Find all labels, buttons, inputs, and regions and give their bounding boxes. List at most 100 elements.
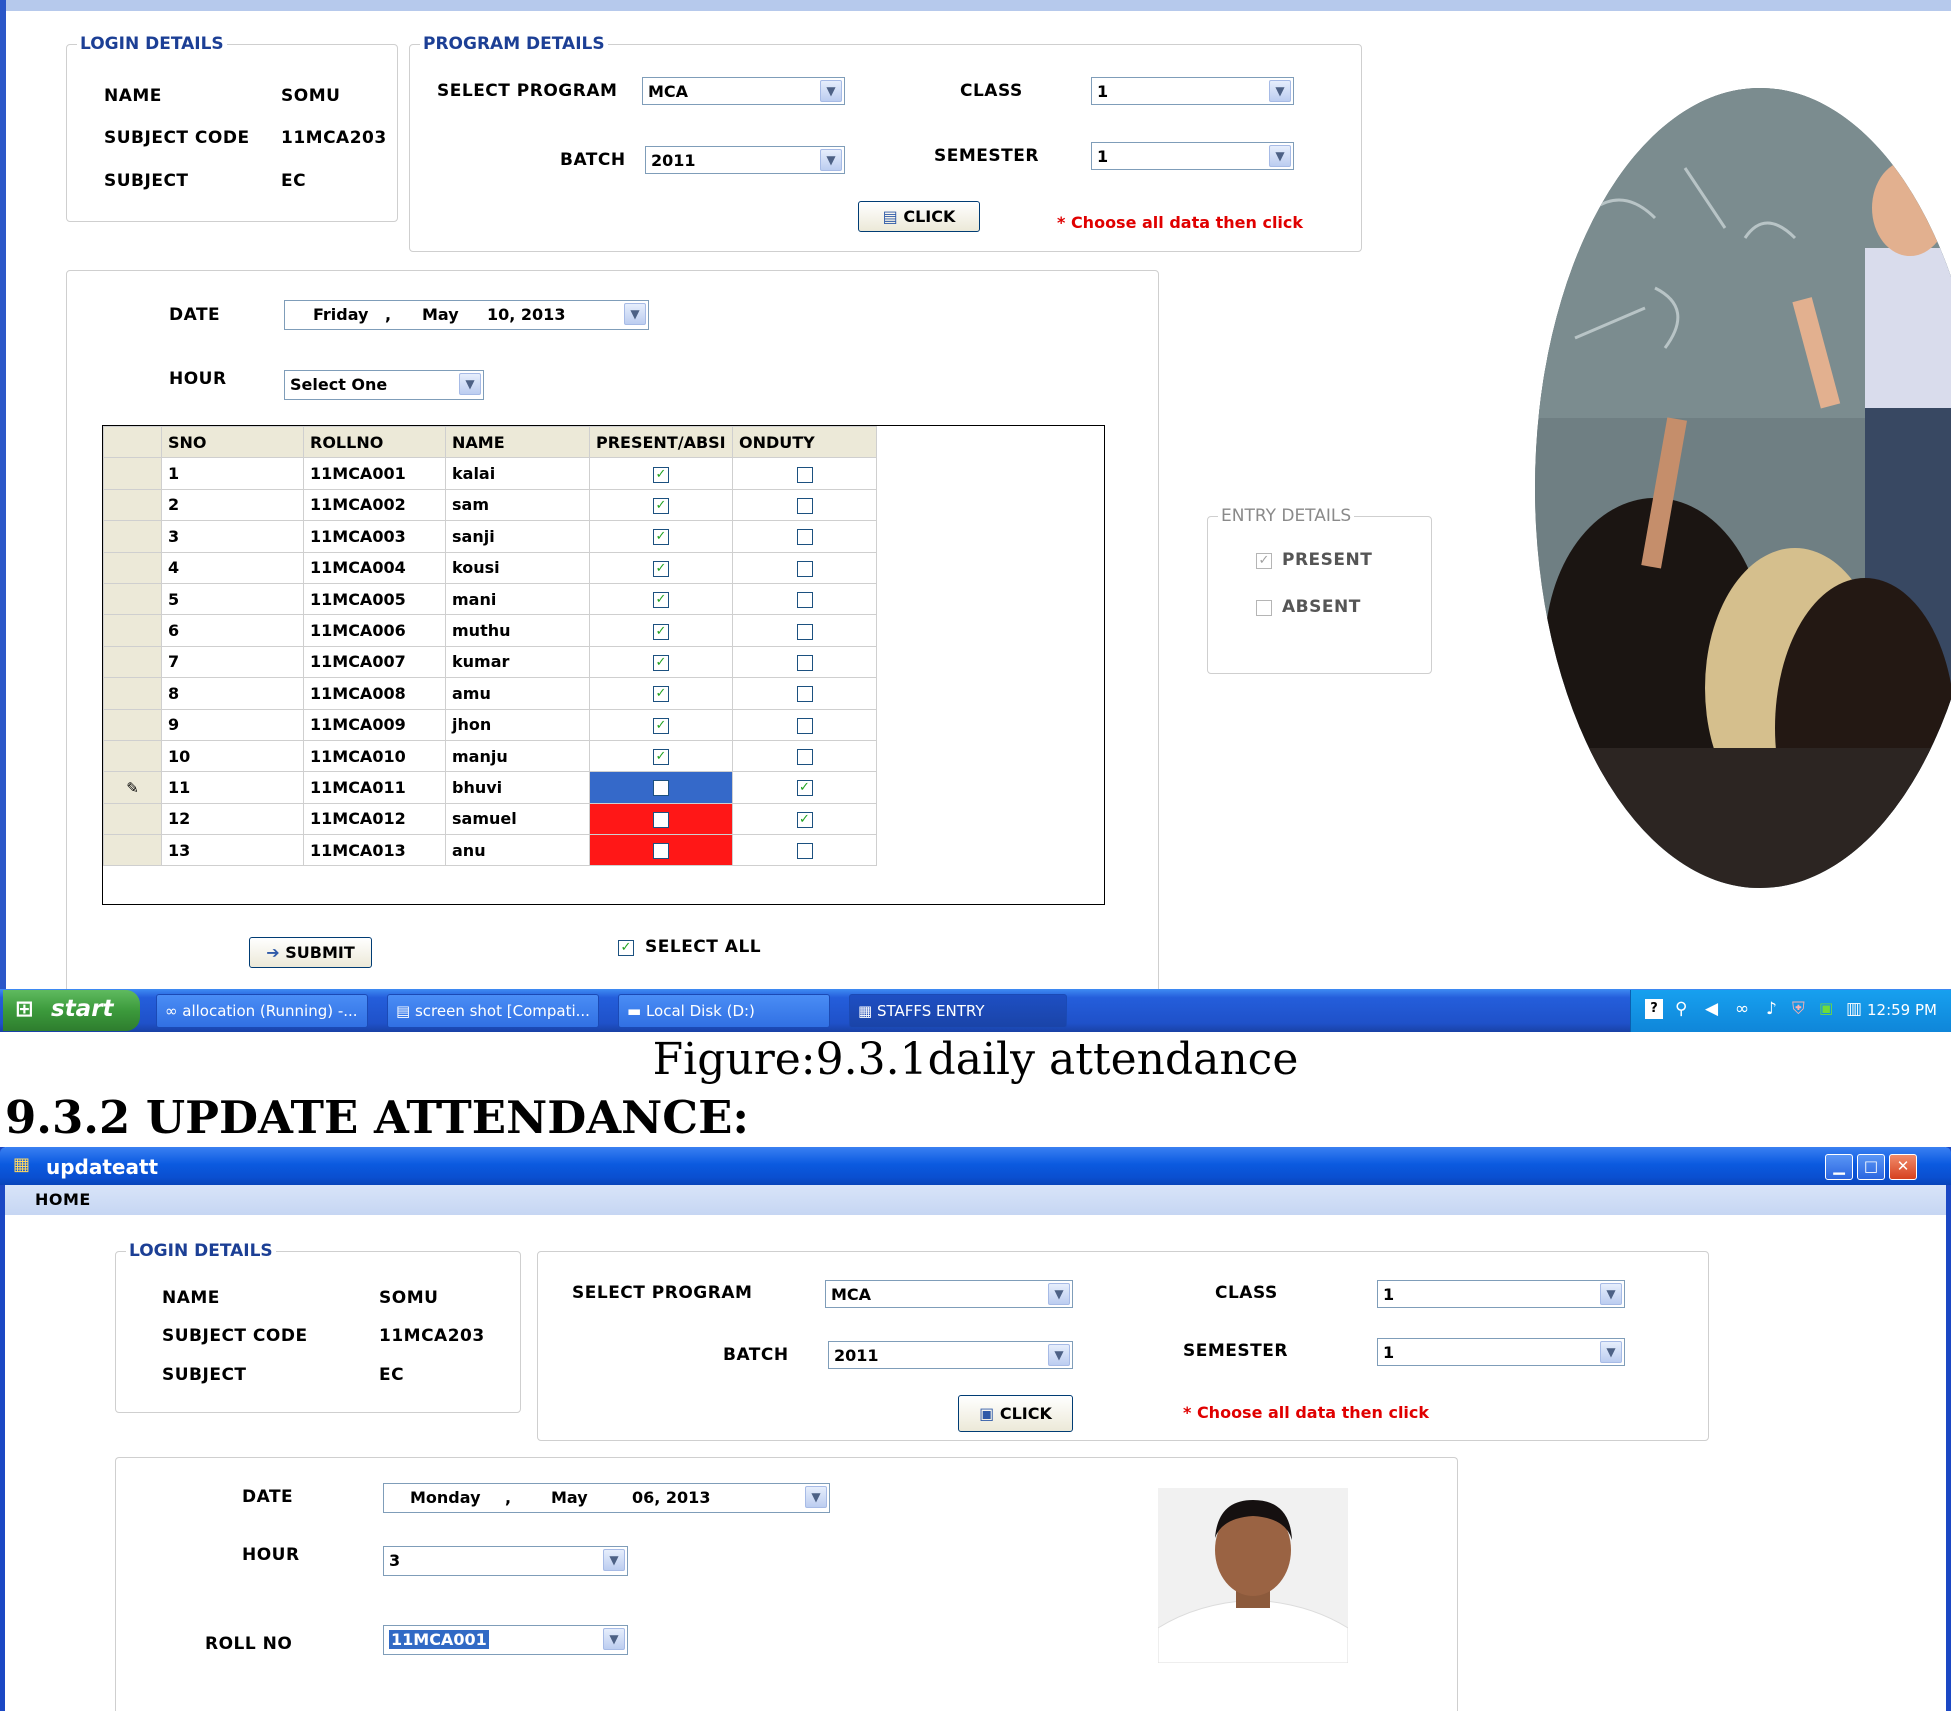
empty-box-icon[interactable]	[796, 654, 813, 671]
chevron-down-icon[interactable]: ▼	[603, 1549, 625, 1571]
column-header-sno[interactable]: SNO	[161, 425, 304, 459]
check-icon[interactable]: ✓	[653, 529, 669, 546]
class-dropdown-2[interactable]: 1 ▼	[1377, 1280, 1625, 1308]
tray-app-icon[interactable]: ∞	[1735, 999, 1749, 1019]
chevron-down-icon[interactable]: ▼	[1048, 1283, 1070, 1305]
maximize-button[interactable]: □	[1857, 1154, 1885, 1180]
empty-box-icon[interactable]	[653, 843, 669, 860]
program-dropdown[interactable]: MCA ▼	[642, 77, 845, 105]
hour-dropdown-2[interactable]: 3 ▼	[383, 1546, 628, 1576]
check-icon[interactable]: ✓	[653, 623, 669, 640]
row-header[interactable]	[103, 739, 162, 773]
absent-checkbox[interactable]	[1256, 598, 1272, 618]
cell-name[interactable]: kalai	[445, 457, 590, 490]
cell-rollno[interactable]: 11MCA008	[303, 677, 446, 710]
chevron-down-icon[interactable]: ▼	[820, 80, 842, 102]
cell-present[interactable]: ✓	[589, 708, 733, 741]
hour-dropdown[interactable]: Select One ▼	[284, 370, 484, 400]
empty-box-icon[interactable]	[796, 717, 813, 734]
cell-present[interactable]: ✓	[589, 520, 733, 553]
empty-box-icon[interactable]	[796, 560, 813, 577]
table-row[interactable]: 13 11MCA013 anu	[103, 834, 877, 867]
chevron-down-icon[interactable]: ▼	[820, 149, 842, 171]
cell-present[interactable]	[589, 802, 733, 836]
class-dropdown[interactable]: 1 ▼	[1091, 77, 1294, 105]
table-row[interactable]: 12 11MCA012 samuel ✓	[103, 802, 877, 836]
cell-sno[interactable]: 5	[161, 582, 304, 616]
cell-onduty[interactable]: ✓	[732, 802, 877, 836]
table-row[interactable]: ✎ 11 11MCA011 bhuvi ✓	[103, 771, 877, 804]
table-row[interactable]: 7 11MCA007 kumar ✓	[103, 645, 877, 679]
check-icon[interactable]: ✓	[653, 592, 669, 609]
semester-dropdown-2[interactable]: 1 ▼	[1377, 1338, 1625, 1366]
chevron-down-icon[interactable]: ▼	[1269, 80, 1291, 102]
click-button-2[interactable]: ▣ CLICK	[958, 1395, 1073, 1432]
cell-sno[interactable]: 1	[161, 457, 304, 490]
row-header[interactable]	[103, 551, 162, 584]
cell-onduty[interactable]	[732, 582, 877, 616]
column-header-name[interactable]: NAME	[445, 425, 590, 459]
batch-dropdown-2[interactable]: 2011 ▼	[828, 1341, 1073, 1369]
chevron-down-icon[interactable]: ▼	[603, 1628, 625, 1650]
program-dropdown-2[interactable]: MCA ▼	[825, 1280, 1073, 1308]
shield-icon[interactable]: ⛨	[1792, 999, 1805, 1019]
cell-rollno[interactable]: 11MCA013	[303, 834, 446, 867]
cell-name[interactable]: amu	[445, 677, 590, 710]
table-row[interactable]: 9 11MCA009 jhon ✓	[103, 708, 877, 741]
antivirus-icon[interactable]: ▣	[1819, 999, 1833, 1017]
row-header[interactable]	[103, 834, 162, 867]
check-icon[interactable]: ✓	[796, 811, 813, 828]
cell-rollno[interactable]: 11MCA004	[303, 551, 446, 584]
cell-sno[interactable]: 10	[161, 739, 304, 773]
empty-box-icon[interactable]	[796, 749, 813, 766]
submit-button[interactable]: ➔ SUBMIT	[249, 937, 372, 968]
start-button[interactable]: ⊞ start	[3, 990, 140, 1031]
cell-rollno[interactable]: 11MCA011	[303, 771, 446, 804]
cell-present[interactable]: ✓	[589, 739, 733, 773]
cell-rollno[interactable]: 11MCA001	[303, 457, 446, 490]
speaker-icon[interactable]: ♪	[1766, 999, 1777, 1019]
cell-onduty[interactable]	[732, 520, 877, 553]
table-row[interactable]: 1 11MCA001 kalai ✓	[103, 457, 877, 490]
cell-name[interactable]: manju	[445, 739, 590, 773]
cell-name[interactable]: anu	[445, 834, 590, 867]
select-all-checkbox[interactable]: ✓	[618, 938, 634, 958]
task-screenshot[interactable]: ▤ screen shot [Compati...	[387, 994, 599, 1028]
row-header[interactable]	[103, 614, 162, 647]
cell-present[interactable]: ✓	[589, 551, 733, 584]
column-header-onduty[interactable]: ONDUTY	[732, 425, 877, 459]
row-header[interactable]: ✎	[103, 771, 162, 804]
cell-sno[interactable]: 7	[161, 645, 304, 679]
cell-name[interactable]: bhuvi	[445, 771, 590, 804]
cell-name[interactable]: muthu	[445, 614, 590, 647]
chevron-down-icon[interactable]: ▼	[1600, 1283, 1622, 1305]
cell-present[interactable]: ✓	[589, 488, 733, 522]
check-icon[interactable]: ✓	[653, 749, 669, 766]
close-button[interactable]: ✕	[1889, 1154, 1917, 1180]
task-allocation[interactable]: ∞ allocation (Running) -...	[156, 994, 368, 1028]
check-icon[interactable]: ✓	[653, 560, 669, 577]
back-arrow-icon[interactable]: ◀	[1705, 999, 1718, 1019]
row-header[interactable]	[103, 520, 162, 553]
cell-name[interactable]: jhon	[445, 708, 590, 741]
chevron-down-icon[interactable]: ▼	[1048, 1344, 1070, 1366]
present-checkbox[interactable]: ✓	[1256, 551, 1272, 571]
cell-rollno[interactable]: 11MCA010	[303, 739, 446, 773]
chevron-down-icon[interactable]: ▼	[459, 373, 481, 395]
check-icon[interactable]: ✓	[653, 686, 669, 703]
cell-onduty[interactable]: ✓	[732, 771, 877, 804]
cell-present[interactable]: ✓	[589, 457, 733, 490]
row-header[interactable]	[103, 645, 162, 679]
network-icon[interactable]: ⚲	[1675, 999, 1687, 1019]
cell-sno[interactable]: 11	[161, 771, 304, 804]
check-icon[interactable]: ✓	[653, 466, 669, 483]
empty-box-icon[interactable]	[796, 466, 813, 483]
cell-onduty[interactable]	[732, 708, 877, 741]
empty-box-icon[interactable]	[653, 780, 669, 797]
roll-no-dropdown[interactable]: 11MCA001 ▼	[383, 1625, 628, 1655]
column-header-present[interactable]: PRESENT/ABSI	[589, 425, 733, 459]
cell-onduty[interactable]	[732, 551, 877, 584]
cell-rollno[interactable]: 11MCA006	[303, 614, 446, 647]
check-icon[interactable]: ✓	[653, 717, 669, 734]
cell-sno[interactable]: 6	[161, 614, 304, 647]
